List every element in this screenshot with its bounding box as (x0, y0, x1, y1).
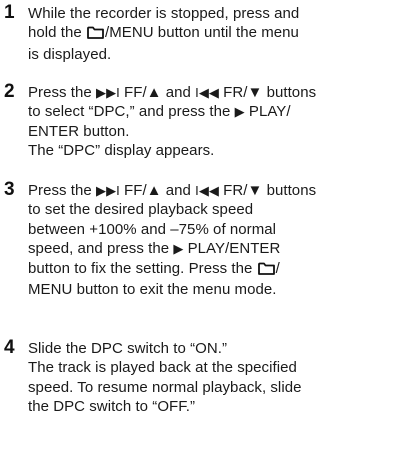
text-line: to select “DPC,” and press the ▶ PLAY/ (28, 102, 412, 121)
button-symbol-icon: I◀◀ (195, 183, 219, 198)
text-line: is displayed. (28, 45, 412, 64)
text-line: between +100% and –75% of normal (28, 220, 412, 239)
text-segment: FR/▼ buttons (218, 182, 317, 199)
text-line: MENU button to exit the menu mode. (28, 280, 412, 299)
step-text: While the recorder is stopped, press and… (28, 4, 412, 64)
text-segment: to set the desired playback speed (28, 201, 254, 219)
text-line: Press the ▶▶I FF/▲ and I◀◀ FR/▼ buttons (28, 83, 412, 102)
text-segment: The “DPC” display appears. (28, 142, 215, 160)
text-line: speed, and press the ▶ PLAY/ENTER (28, 239, 412, 258)
text-line: button to fix the setting. Press the / (28, 259, 412, 280)
text-segment: MENU button to exit the menu mode. (28, 281, 277, 299)
text-line: speed. To resume normal playback, slide (28, 378, 412, 397)
text-segment: FF/▲ and (119, 182, 196, 199)
text-line: the DPC switch to “OFF.” (28, 397, 412, 416)
text-segment: While the recorder is stopped, press and (28, 5, 300, 22)
step-text: Press the ▶▶I FF/▲ and I◀◀ FR/▼ buttons t… (28, 83, 412, 161)
text-segment: to select “DPC,” and press the (28, 103, 235, 121)
text-line: While the recorder is stopped, press and (28, 4, 412, 23)
button-symbol-icon: ▶▶I (96, 183, 120, 198)
text-segment: Press the (28, 182, 97, 199)
text-segment: ENTER button. (28, 122, 130, 140)
folder-icon (257, 261, 275, 280)
text-line: Slide the DPC switch to “ON.” (28, 339, 412, 358)
button-symbol-icon: ▶ (234, 104, 245, 120)
folder-icon (87, 25, 104, 44)
step-number: 3 (4, 179, 15, 200)
text-line: The track is played back at the specifie… (28, 358, 412, 377)
button-symbol-icon: I◀◀ (195, 85, 219, 100)
text-line: ENTER button. (28, 122, 412, 141)
step-number: 4 (4, 337, 15, 358)
text-segment: the DPC switch to “OFF.” (28, 398, 196, 416)
text-segment: speed, and press the (28, 240, 174, 258)
text-line: Press the ▶▶I FF/▲ and I◀◀ FR/▼ buttons (28, 181, 412, 200)
text-segment: PLAY/ENTER (183, 240, 281, 258)
step-number: 1 (4, 2, 15, 23)
text-segment: is displayed. (28, 45, 112, 63)
text-line: The “DPC” display appears. (28, 141, 412, 160)
text-segment: hold the (28, 24, 86, 42)
text-segment: The track is played back at the specifie… (28, 359, 297, 377)
text-segment: button to fix the setting. Press the (28, 259, 257, 277)
step-text: Slide the DPC switch to “ON.” The track i… (28, 339, 412, 417)
text-segment: FR/▼ buttons (218, 84, 317, 101)
text-segment: Slide the DPC switch to “ON.” (28, 340, 228, 357)
text-segment: Press the (28, 84, 97, 101)
text-line: to set the desired playback speed (28, 200, 412, 219)
button-symbol-icon: ▶ (173, 241, 184, 257)
instruction-page: 1 While the recorder is stopped, press a… (0, 0, 412, 461)
text-segment: /MENU button until the menu (105, 24, 299, 42)
text-line: hold the /MENU button until the menu (28, 23, 412, 44)
text-segment: PLAY/ (244, 103, 291, 121)
text-segment: FF/▲ and (119, 84, 196, 101)
step-number: 2 (4, 81, 15, 102)
button-symbol-icon: ▶▶I (96, 85, 120, 100)
step-text: Press the ▶▶I FF/▲ and I◀◀ FR/▼ buttons t… (28, 181, 412, 299)
text-segment: between +100% and –75% of normal (28, 220, 277, 238)
text-segment: / (275, 259, 280, 277)
text-segment: speed. To resume normal playback, slide (28, 378, 302, 396)
